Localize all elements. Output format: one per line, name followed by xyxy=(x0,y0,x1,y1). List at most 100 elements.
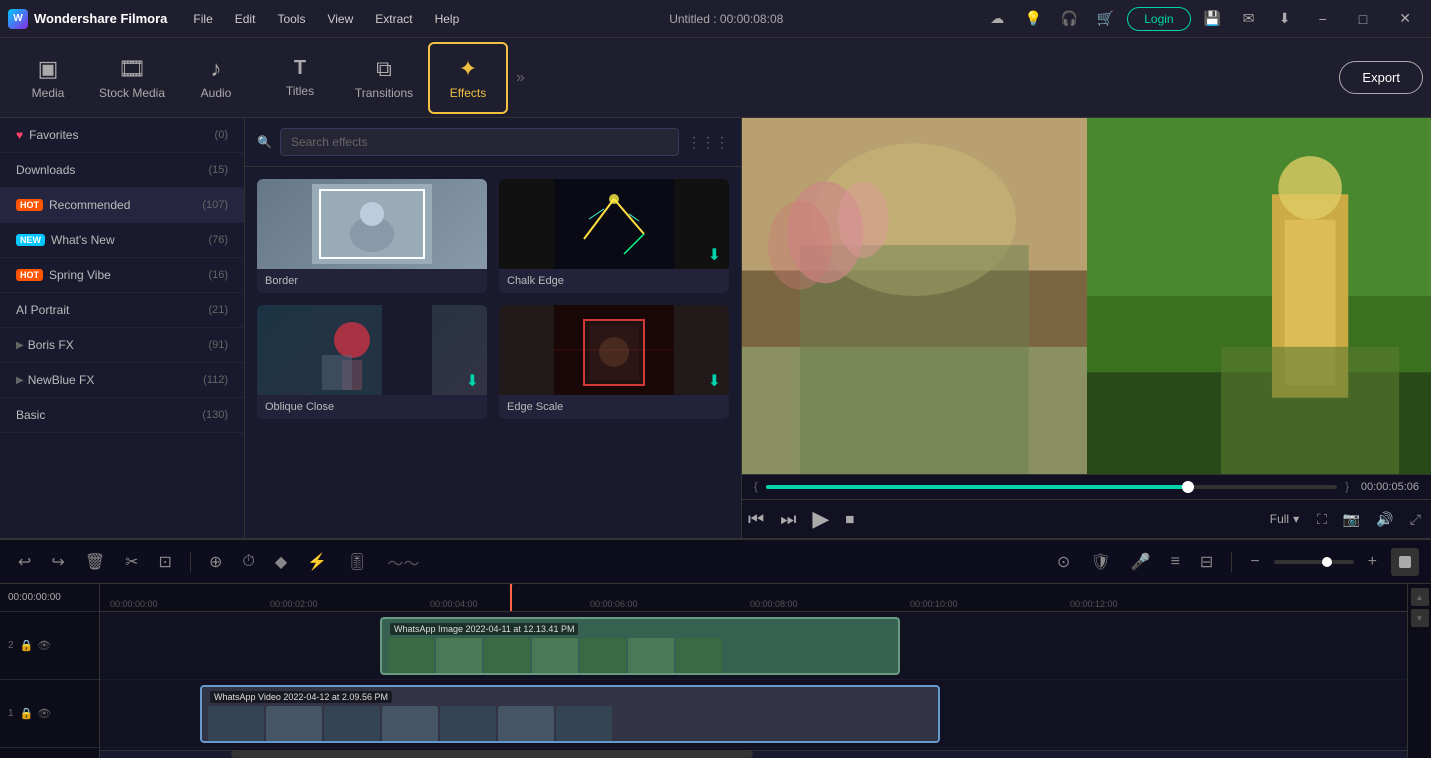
clip-lower-thumb-5 xyxy=(440,706,496,742)
download-icon[interactable]: ⬇ xyxy=(1271,5,1299,33)
menu-tools[interactable]: Tools xyxy=(267,8,315,30)
effect-card-border[interactable]: Border xyxy=(257,179,487,293)
volume-icon[interactable]: 🔊 xyxy=(1372,507,1397,532)
toolbar-more-chevron[interactable]: » xyxy=(512,69,529,87)
timeline-tracks: 00:00:00:00 2 🔒 👁 1 🔒 👁 00:00:0 xyxy=(0,584,1431,758)
toolbar-titles[interactable]: T Titles xyxy=(260,42,340,114)
panel-basic[interactable]: Basic (130) xyxy=(0,398,244,433)
toolbar-effects-label: Effects xyxy=(450,86,486,100)
timer-button[interactable]: ⏱ xyxy=(236,549,260,575)
export-button[interactable]: Export xyxy=(1339,61,1423,94)
progress-thumb xyxy=(1182,481,1194,493)
main-area: ♥ Favorites (0) Downloads (15) HOT Recom… xyxy=(0,118,1431,538)
effect-card-edge-scale[interactable]: Edge Scale ⬇ xyxy=(499,305,729,419)
fullscreen-icon[interactable]: ⛶ xyxy=(1313,507,1331,532)
audio-mix-button[interactable]: 🎚 xyxy=(341,548,373,576)
cut-button[interactable]: ✂ xyxy=(119,548,144,576)
panel-recommended[interactable]: HOT Recommended (107) xyxy=(0,188,244,223)
menu-extract[interactable]: Extract xyxy=(365,8,422,30)
playhead[interactable]: ✂ xyxy=(510,584,512,611)
toolbar-audio[interactable]: ♪ Audio xyxy=(176,42,256,114)
crop-button[interactable]: ⊡ xyxy=(153,548,178,576)
split-button[interactable]: ⚡ xyxy=(301,548,333,576)
toolbar-transitions-label: Transitions xyxy=(355,86,413,100)
preview-left-svg xyxy=(742,118,1087,474)
menu-view[interactable]: View xyxy=(317,8,363,30)
settings-icon[interactable]: ⤢ xyxy=(1406,507,1425,532)
track-1-lock-icon[interactable]: 🔒 xyxy=(20,707,34,720)
stop-button[interactable]: ⏹ xyxy=(845,509,854,530)
step-back-button[interactable]: ⏭ xyxy=(780,509,796,530)
track-clip-lower[interactable]: WhatsApp Video 2022-04-12 at 2.09.56 PM xyxy=(200,685,940,743)
close-button[interactable]: ✕ xyxy=(1387,10,1423,27)
current-time-label: 00:00:05:06 xyxy=(1361,481,1419,493)
recommended-label: Recommended xyxy=(49,198,202,212)
panel-downloads[interactable]: Downloads (15) xyxy=(0,153,244,188)
track-label-lower: 1 🔒 👁 xyxy=(0,680,99,748)
skip-start-button[interactable]: ⏮ xyxy=(748,509,764,530)
ai-portrait-count: (21) xyxy=(208,304,228,316)
toolbar-effects[interactable]: ✦ Effects xyxy=(428,42,508,114)
snapshot-icon[interactable]: 📷 xyxy=(1339,507,1364,532)
grid-view-icon[interactable]: ⋮⋮⋮ xyxy=(687,134,729,151)
delete-button[interactable]: 🗑 xyxy=(79,548,111,576)
hot-badge-spring: HOT xyxy=(16,269,43,281)
effect-card-oblique-close[interactable]: Oblique Close ⬇ xyxy=(257,305,487,419)
ripple-icon[interactable]: ⊙ xyxy=(1051,548,1076,576)
zoom-slider[interactable] xyxy=(1274,560,1354,564)
clip-thumb-2 xyxy=(436,638,482,674)
menu-edit[interactable]: Edit xyxy=(225,8,266,30)
headset-icon[interactable]: 🎧 xyxy=(1055,5,1083,33)
menu-file[interactable]: File xyxy=(183,8,222,30)
panel-ai-portrait[interactable]: AI Portrait (21) xyxy=(0,293,244,328)
play-button[interactable]: ▶ xyxy=(812,506,829,532)
track-label-2: 00:00:00:00 xyxy=(0,584,99,612)
rps-btn-2[interactable]: ▼ xyxy=(1411,609,1429,627)
toolbar-stock-media[interactable]: 🎞 Stock Media xyxy=(92,42,172,114)
login-button[interactable]: Login xyxy=(1127,7,1190,31)
cloud-icon[interactable]: ☁ xyxy=(983,5,1011,33)
chalk-edge-download-icon[interactable]: ⬇ xyxy=(708,245,721,265)
menu-help[interactable]: Help xyxy=(425,8,470,30)
mail-icon[interactable]: ✉ xyxy=(1235,5,1263,33)
keyframe-button[interactable]: ◆ xyxy=(269,548,293,576)
panel-newblue-fx[interactable]: ▶ NewBlue FX (112) xyxy=(0,363,244,398)
track-clip-upper[interactable]: WhatsApp Image 2022-04-11 at 12.13.41 PM xyxy=(380,617,900,675)
maximize-button[interactable]: □ xyxy=(1347,11,1379,27)
toolbar-media[interactable]: ▣ Media xyxy=(8,42,88,114)
panel-favorites[interactable]: ♥ Favorites (0) xyxy=(0,118,244,153)
undo-button[interactable]: ↩ xyxy=(12,548,37,576)
track-2-lock-icon[interactable]: 🔒 xyxy=(20,639,34,652)
redo-button[interactable]: ↪ xyxy=(45,548,70,576)
menu-bar: File Edit Tools View Extract Help xyxy=(183,8,469,30)
quality-dropdown[interactable]: Full ▾ xyxy=(1264,510,1305,528)
panel-whats-new[interactable]: NEW What's New (76) xyxy=(0,223,244,258)
timeline-mode-button[interactable] xyxy=(1391,548,1419,576)
spring-vibe-count: (16) xyxy=(208,269,228,281)
copy-button[interactable]: ⊕ xyxy=(203,548,228,576)
panel-boris-fx[interactable]: ▶ Boris FX (91) xyxy=(0,328,244,363)
effect-card-chalk-edge[interactable]: Chalk Edge ⬇ xyxy=(499,179,729,293)
oblique-close-download-icon[interactable]: ⬇ xyxy=(466,371,479,391)
timeline-scrollbar[interactable] xyxy=(100,750,1407,758)
mic-icon[interactable]: 🎤 xyxy=(1125,548,1157,576)
idea-icon[interactable]: 💡 xyxy=(1019,5,1047,33)
progress-bar[interactable] xyxy=(766,485,1338,489)
subtitle-icon[interactable]: ⊟ xyxy=(1194,548,1219,576)
rps-btn-1[interactable]: ▲ xyxy=(1411,588,1429,606)
track-label-upper: 2 🔒 👁 xyxy=(0,612,99,680)
ruler-mark-2: 00:00:04:00 xyxy=(430,599,478,609)
cart-icon[interactable]: 🛒 xyxy=(1091,5,1119,33)
save-icon[interactable]: 💾 xyxy=(1199,5,1227,33)
track-1-eye-icon[interactable]: 👁 xyxy=(37,707,51,720)
search-input[interactable] xyxy=(280,128,679,156)
minimize-button[interactable]: − xyxy=(1307,11,1339,27)
panel-spring-vibe[interactable]: HOT Spring Vibe (16) xyxy=(0,258,244,293)
track-2-eye-icon[interactable]: 👁 xyxy=(37,639,51,652)
toolbar-transitions[interactable]: ⧉ Transitions xyxy=(344,42,424,114)
caption-icon[interactable]: ≡ xyxy=(1165,549,1186,575)
edge-scale-download-icon[interactable]: ⬇ xyxy=(708,371,721,391)
zoom-in-button[interactable]: + xyxy=(1362,549,1383,575)
shield-icon[interactable]: 🛡 xyxy=(1084,548,1116,576)
zoom-out-button[interactable]: − xyxy=(1244,549,1265,575)
